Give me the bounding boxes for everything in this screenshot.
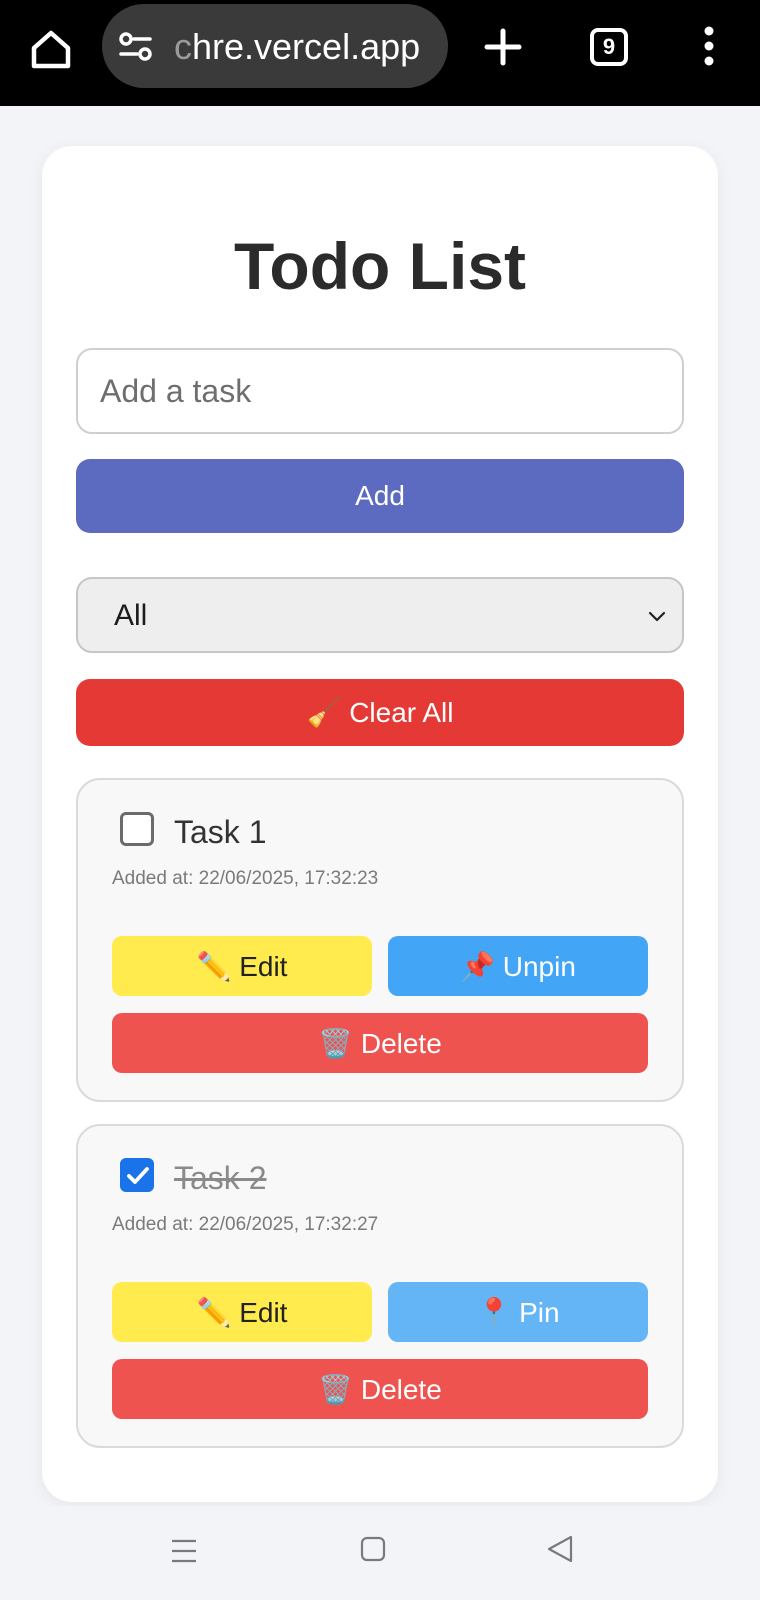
add-button[interactable]: Add [76,459,684,533]
edit-button[interactable]: ✏️ Edit [112,936,372,996]
chevron-down-icon [646,605,668,627]
home-square-icon[interactable] [360,1536,386,1562]
todo-added-at: Added at: 22/06/2025, 17:32:27 [112,1214,379,1235]
system-nav-bar [0,1506,760,1600]
edit-button[interactable]: ✏️ Edit [112,1282,372,1342]
delete-button[interactable]: 🗑️ Delete [112,1359,648,1419]
todo-item: Task 2 Added at: 22/06/2025, 17:32:27 ✏️… [76,1124,684,1448]
browser-toolbar: chre.vercel.app 9 [0,0,760,106]
task-input[interactable] [76,348,684,434]
more-vert-icon[interactable] [702,26,716,66]
url-text[interactable]: chre.vercel.app [174,26,420,68]
pin-button[interactable]: 📍 Pin [388,1282,648,1342]
todo-checkbox-checked[interactable] [120,1158,154,1192]
todo-item: Task 1 Added at: 22/06/2025, 17:32:23 ✏️… [76,778,684,1102]
recents-icon[interactable] [170,1538,198,1564]
tune-icon[interactable] [118,32,154,62]
filter-selected-value: All [114,599,148,632]
unpin-button[interactable]: 📌 Unpin [388,936,648,996]
page-title: Todo List [233,229,527,303]
todo-added-at: Added at: 22/06/2025, 17:32:23 [112,868,379,889]
delete-button[interactable]: 🗑️ Delete [112,1013,648,1073]
todo-text: Task 2 [174,1160,267,1196]
plus-icon[interactable] [484,28,522,66]
todo-card: Todo List Add All 🧹 Clear All Task 1 Add… [42,146,718,1502]
url-domain: hre.vercel.app [192,26,421,67]
filter-select[interactable]: All [76,577,684,653]
tabs-icon[interactable]: 9 [590,28,628,66]
todo-text: Task 1 [174,814,267,850]
clear-all-button[interactable]: 🧹 Clear All [76,679,684,746]
address-bar[interactable]: chre.vercel.app [102,4,448,88]
home-icon[interactable] [28,26,74,72]
back-icon[interactable] [546,1534,574,1564]
todo-checkbox[interactable] [120,812,154,846]
checkmark-icon [127,1167,149,1184]
url-faded-prefix: c [174,26,192,67]
